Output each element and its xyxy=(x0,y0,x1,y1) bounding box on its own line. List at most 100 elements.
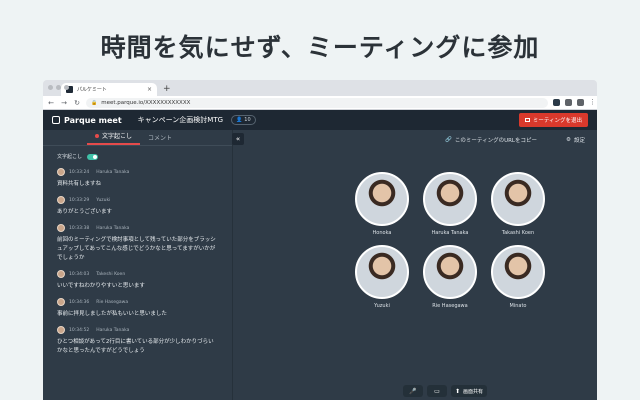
participant-name: Yuzuki xyxy=(374,303,390,309)
participant-photo xyxy=(423,172,477,226)
record-dot-icon xyxy=(95,133,99,138)
leave-meeting-label: ミーティングを退出 xyxy=(532,118,582,124)
address-bar: ← → ↻ 🔒 meet.parque.io/XXXXXXXXXXXX ⋮ xyxy=(43,96,597,110)
participant-tile[interactable]: Haruka Tanaka xyxy=(423,172,477,236)
lock-icon: 🔒 xyxy=(91,99,98,106)
transcript-toggle[interactable] xyxy=(87,153,99,160)
avatar xyxy=(57,168,65,176)
screen-share-label: 画面共有 xyxy=(463,388,484,395)
sidebar: 文字起こし コメント « 文字起こし 10:33:24 Haruka Tanaka… xyxy=(43,130,244,400)
participant-photo xyxy=(355,172,409,226)
participant-tile[interactable]: Minato xyxy=(491,245,545,309)
people-icon: 👤 xyxy=(236,117,243,123)
participant-tile[interactable]: Takashi Koen xyxy=(491,172,545,236)
url-field[interactable]: 🔒 meet.parque.io/XXXXXXXXXXXX xyxy=(86,97,548,108)
transcript-text: 事前に拝見しましたが私もいいと思いました xyxy=(57,311,167,317)
back-button[interactable]: ← xyxy=(47,99,55,107)
transcript-speaker: Rie Hasegawa xyxy=(96,299,129,305)
participant-tile[interactable]: Yuzuki xyxy=(355,245,409,309)
transcript-speaker: Yuzuki xyxy=(96,197,111,203)
transcript-toggle-row: 文字起こし xyxy=(43,146,232,160)
transcript-speaker: Takeshi Koen xyxy=(96,271,126,277)
avatar xyxy=(57,224,65,232)
headline: 時間を気にせず、ミーティングに参加 xyxy=(100,33,540,62)
reload-button[interactable]: ↻ xyxy=(73,99,81,107)
transcript-time: 10:34:36 xyxy=(69,299,90,305)
transcript-time: 10:33:29 xyxy=(69,197,90,203)
participant-name: Takashi Koen xyxy=(501,230,535,236)
transcript-speaker: Haruka Tanaka xyxy=(96,225,130,231)
logo-text: Parque meet xyxy=(64,115,122,125)
participant-tile[interactable]: Honoka xyxy=(355,172,409,236)
participant-name: Haruka Tanaka xyxy=(431,230,469,236)
transcript-item: 10:34:03 Takeshi Koen いいですねわかりやすいと思います xyxy=(57,270,232,291)
forward-button[interactable]: → xyxy=(60,99,68,107)
avatar xyxy=(57,326,65,334)
share-icon: ⬆ xyxy=(455,387,461,395)
video-grid-area: 🔗 このミーティングのURLをコピー ⚙ 設定 Honoka Haruka Ta… xyxy=(233,130,597,400)
participant-photo xyxy=(491,245,545,299)
participant-photo xyxy=(491,172,545,226)
participant-name: Minato xyxy=(509,303,527,309)
avatar xyxy=(57,196,65,204)
browser-tab[interactable]: パルケミート × xyxy=(61,83,157,96)
meeting-title: キャンペーン企画検討MTG xyxy=(137,116,224,124)
app-header: Parque meet キャンペーン企画検討MTG 👤 10 ミーティングを退出 xyxy=(43,110,597,130)
mic-icon: 🎤 xyxy=(409,387,417,395)
extensions: ⋮ xyxy=(553,99,596,106)
menu-icon[interactable]: ⋮ xyxy=(589,99,596,106)
copy-url-label: このミーティングのURLをコピー xyxy=(454,138,537,144)
camera-icon: ▭ xyxy=(434,387,440,395)
participant-photo xyxy=(355,245,409,299)
logo-icon xyxy=(52,116,60,124)
transcript-text: 資料共有しますね xyxy=(57,181,102,187)
tab-transcript[interactable]: 文字起こし xyxy=(87,131,141,145)
link-icon: 🔗 xyxy=(445,137,452,143)
transcript-time: 10:34:52 xyxy=(69,327,90,333)
copy-url-button[interactable]: 🔗 このミーティングのURLをコピー xyxy=(445,136,537,144)
transcript-speaker: Haruka Tanaka xyxy=(96,169,130,175)
logo: Parque meet xyxy=(52,116,122,125)
settings-label: 設定 xyxy=(573,138,585,144)
window-controls[interactable] xyxy=(48,85,69,90)
participant-count-badge[interactable]: 👤 10 xyxy=(231,115,256,125)
meeting-controls: 🎤 ▭ ⬆ 画面共有 xyxy=(403,385,488,397)
transcript-speaker: Haruka Tanaka xyxy=(96,327,130,333)
mic-button[interactable]: 🎤 xyxy=(403,385,423,397)
transcript-text: ひとつ相談があって2行目に書いている部分が少しわかりづらいかなと思ったんですがど… xyxy=(57,339,214,354)
transcript-item: 10:33:24 Haruka Tanaka 資料共有しますね xyxy=(57,168,232,189)
transcript-time: 10:33:24 xyxy=(69,169,90,175)
leave-meeting-button[interactable]: ミーティングを退出 xyxy=(518,113,588,127)
gear-icon: ⚙ xyxy=(566,137,571,143)
exit-icon xyxy=(524,118,530,122)
tab-transcript-label: 文字起こし xyxy=(102,133,133,140)
browser-window: パルケミート × + ← → ↻ 🔒 meet.parque.io/XXXXXX… xyxy=(43,80,597,400)
transcript-list: 10:33:24 Haruka Tanaka 資料共有しますね 10:33:29 Y… xyxy=(43,160,232,356)
participant-photo xyxy=(423,245,477,299)
participant-name: Rie Hasegawa xyxy=(432,303,468,309)
settings-button[interactable]: ⚙ 設定 xyxy=(566,136,585,144)
transcript-text: ありがとうございます xyxy=(57,209,113,215)
tab-bar: パルケミート × + xyxy=(43,80,597,96)
close-tab-icon[interactable]: × xyxy=(147,86,152,93)
transcript-item: 10:34:36 Rie Hasegawa 事前に拝見しましたが私もいいと思いまし… xyxy=(57,298,232,319)
tab-title: パルケミート xyxy=(77,87,107,93)
transcript-item: 10:34:52 Haruka Tanaka ひとつ相談があって2行目に書いている… xyxy=(57,326,232,356)
puzzle-icon[interactable] xyxy=(565,99,572,106)
sidebar-tabs: 文字起こし コメント « xyxy=(43,130,244,146)
profile-icon[interactable] xyxy=(577,99,584,106)
url-text: meet.parque.io/XXXXXXXXXXXX xyxy=(101,99,191,106)
camera-button[interactable]: ▭ xyxy=(427,385,447,397)
parque-extension-icon[interactable] xyxy=(553,99,560,106)
participant-tile[interactable]: Rie Hasegawa xyxy=(423,245,477,309)
avatar xyxy=(57,298,65,306)
new-tab-button[interactable]: + xyxy=(163,83,171,96)
avatar xyxy=(57,270,65,278)
transcript-time: 10:34:03 xyxy=(69,271,90,277)
participant-count: 10 xyxy=(244,117,251,123)
transcript-time: 10:33:38 xyxy=(69,225,90,231)
transcript-item: 10:33:29 Yuzuki ありがとうございます xyxy=(57,196,232,217)
tab-comment[interactable]: コメント xyxy=(140,133,180,145)
transcript-item: 10:33:38 Haruka Tanaka 前回のミーティングで検討事項として残… xyxy=(57,224,232,263)
screen-share-button[interactable]: ⬆ 画面共有 xyxy=(451,385,488,397)
